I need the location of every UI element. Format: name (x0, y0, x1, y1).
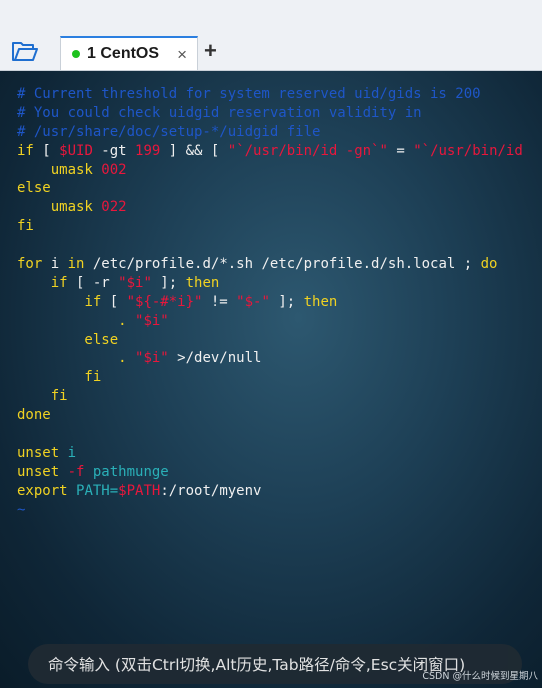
terminal-token: ] && [ (160, 142, 228, 159)
terminal-token: "`/usr/bin/id -gn`" (227, 142, 388, 159)
terminal-line: fi (17, 217, 523, 236)
terminal-token: i (67, 444, 77, 461)
terminal-token: -f (67, 463, 85, 480)
terminal-token: "$i" (135, 350, 169, 367)
open-folder-button[interactable] (9, 38, 41, 66)
terminal-line: . "$i" >/dev/null (17, 349, 523, 368)
terminal-token: fi (17, 218, 34, 235)
terminal-token: # Current threshold for system reserved … (17, 86, 481, 102)
terminal-line: # /usr/share/doc/setup-*/uidgid file (17, 123, 523, 142)
terminal-output[interactable]: # Current threshold for system reserved … (0, 71, 542, 688)
terminal-token: [ -r (67, 274, 119, 291)
terminal-text: # Current threshold for system reserved … (17, 85, 523, 519)
terminal-token: i (42, 256, 68, 273)
terminal-token: "`/usr/bin/id (413, 142, 523, 159)
terminal-token: PATH= (76, 482, 119, 499)
connection-status-icon (72, 50, 80, 58)
terminal-token: :/root/myenv (160, 482, 262, 499)
terminal-token: = (387, 142, 414, 159)
terminal-line: # You could check uidgid reservation val… (17, 104, 523, 123)
terminal-line: else (17, 179, 523, 198)
terminal-line: umask 002 (17, 161, 523, 180)
terminal-line: fi (17, 368, 523, 387)
terminal-token: export (17, 482, 77, 499)
terminal-token: ~ (17, 501, 26, 518)
terminal-token: for (17, 256, 43, 273)
terminal-token: do (480, 256, 498, 273)
terminal-token: if (50, 274, 68, 291)
terminal-token: done (17, 407, 51, 424)
terminal-token: 199 (135, 142, 161, 159)
terminal-line: # Current threshold for system reserved … (17, 85, 523, 104)
terminal-token: -gt (92, 142, 136, 159)
folder-open-icon (12, 42, 38, 61)
terminal-token: pathmunge (84, 463, 169, 480)
terminal-line: fi (17, 387, 523, 406)
terminal-token: umask (17, 199, 102, 216)
terminal-token: "$i" (118, 274, 152, 291)
terminal-line: if [ "${-#*i}" != "$-" ]; then (17, 293, 523, 312)
terminal-token: != (202, 293, 237, 310)
terminal-line: umask 022 (17, 198, 523, 217)
terminal-line: for i in /etc/profile.d/*.sh /etc/profil… (17, 255, 523, 274)
terminal-token: then (185, 274, 220, 291)
terminal-token: unset (17, 444, 68, 461)
terminal-line: . "$i" (17, 312, 523, 331)
terminal-token: else (17, 180, 51, 197)
terminal-token: fi (17, 388, 68, 405)
terminal-line: export PATH=$PATH:/root/myenv (17, 482, 523, 501)
terminal-token: . (17, 350, 136, 367)
terminal-token: unset (17, 463, 68, 480)
terminal-token: umask (17, 161, 102, 178)
terminal-token: [ (33, 142, 60, 159)
terminal-line: ~ (17, 501, 523, 520)
terminal-token: 022 (101, 199, 127, 216)
terminal-line: if [ -r "$i" ]; then (17, 274, 523, 293)
terminal-line: unset -f pathmunge (17, 463, 523, 482)
command-input-hint: 命令输入 (双击Ctrl切换,Alt历史,Tab路径/命令,Esc关闭窗口) (48, 656, 466, 674)
terminal-token: if (84, 293, 102, 310)
terminal-line: else (17, 331, 523, 350)
terminal-token: "$-" (236, 293, 270, 310)
terminal-line: if [ $UID -gt 199 ] && [ "`/usr/bin/id -… (17, 142, 523, 161)
tab-centos[interactable]: 1 CentOS × (60, 36, 198, 70)
terminal-line: unset i (17, 444, 523, 463)
terminal-token: if (17, 142, 34, 159)
terminal-token: $PATH (118, 482, 161, 499)
tab-bar: 1 CentOS × + (0, 0, 542, 71)
terminal-token: >/dev/null (168, 350, 262, 367)
terminal-line: done (17, 406, 523, 425)
watermark: CSDN @什么时候到星期八 (422, 671, 538, 682)
close-tab-icon[interactable]: × (177, 46, 187, 63)
terminal-token: ]; (151, 274, 186, 291)
terminal-token: in (67, 256, 85, 273)
terminal-token: then (303, 293, 338, 310)
terminal-token: # You could check uidgid reservation val… (17, 104, 422, 121)
terminal-token: fi (17, 369, 102, 386)
terminal-token: /etc/profile.d/*.sh /etc/profile.d/sh.lo… (84, 256, 481, 273)
tab-title: 1 CentOS (87, 45, 160, 62)
terminal-token: $UID (59, 142, 93, 159)
terminal-token: "${-#*i}" (126, 293, 203, 310)
terminal-token: # /usr/share/doc/setup-*/uidgid file (17, 123, 321, 140)
terminal-token: "$i" (135, 312, 169, 329)
terminal-token: 002 (101, 161, 127, 178)
terminal-token: ]; (269, 293, 304, 310)
terminal-token: [ (101, 293, 127, 310)
terminal-token: else (17, 331, 119, 348)
new-tab-button[interactable]: + (204, 39, 217, 63)
terminal-token: . (17, 312, 136, 329)
